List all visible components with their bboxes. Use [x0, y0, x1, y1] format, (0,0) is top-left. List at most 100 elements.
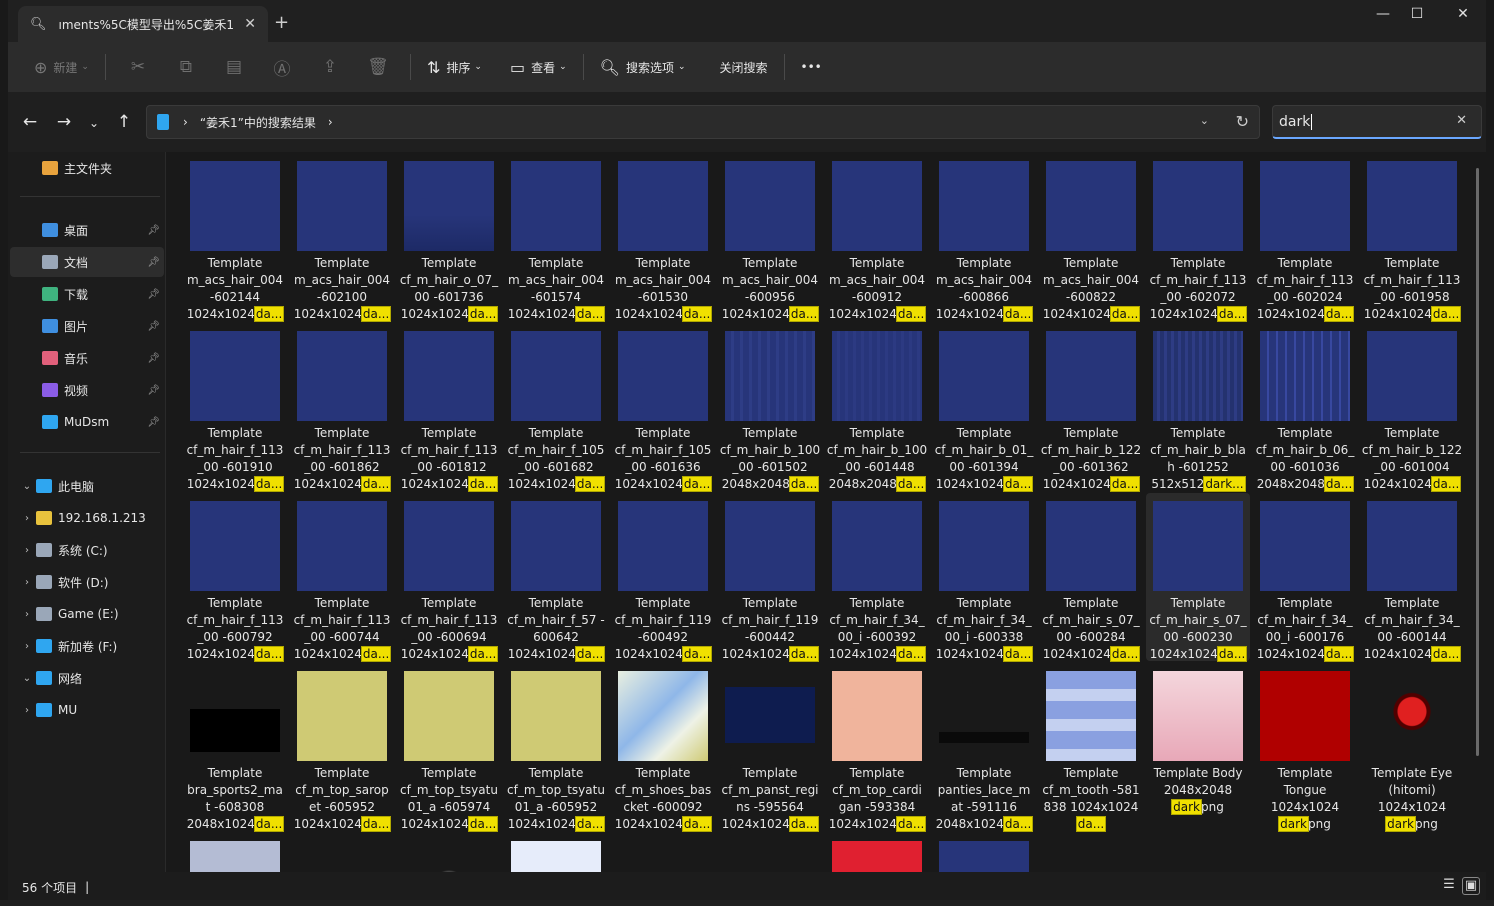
sidebar-item[interactable]: › Game (E:) — [10, 599, 164, 629]
expand-chevron-icon[interactable]: › — [18, 641, 36, 652]
search-input[interactable]: dark ✕ — [1272, 105, 1482, 139]
file-item[interactable]: Template bra_sports2_ma t -608308 2048x1024… — [183, 663, 287, 832]
file-item[interactable]: Template Eye (hitomi) 1024x1024 darkpng — [1360, 663, 1464, 832]
close-window-button[interactable]: ✕ — [1448, 6, 1478, 22]
file-thumbnail[interactable] — [939, 841, 1029, 872]
sidebar-item[interactable]: 图片 📌︎ — [10, 311, 164, 341]
file-item[interactable]: Template cf_m_hair_f_113 _00 -600694 1024x1… — [397, 493, 501, 662]
sidebar-item[interactable]: 视频 📌︎ — [10, 375, 164, 405]
file-item[interactable]: Template cf_m_hair_b_01_ 00 -601394 1024x10… — [932, 323, 1036, 492]
file-item[interactable]: Template panties_lace_m at -591116 2048x102… — [932, 663, 1036, 832]
file-item[interactable]: Template m_acs_hair_004 -600912 1024x1024da… — [825, 153, 929, 322]
file-thumbnail[interactable] — [297, 841, 387, 872]
file-item[interactable]: Template cf_m_hair_f_113 _00 -600792 1024x1… — [183, 493, 287, 662]
file-item[interactable]: Template cf_m_hair_b_122 _00 -601004 1024x1… — [1360, 323, 1464, 492]
sidebar-item[interactable]: 主文件夹 — [10, 153, 164, 183]
address-bar[interactable]: › “姜禾1”中的搜索结果 › ⌄ ↻ — [146, 105, 1260, 139]
file-item[interactable]: Template cf_m_hair_f_34_ 00 -600144 1024x10… — [1360, 493, 1464, 662]
file-item[interactable]: Template cf_m_hair_s_07_ 00 -600284 1024x10… — [1039, 493, 1143, 662]
cut-button[interactable]: ✂ — [114, 51, 162, 83]
file-item[interactable]: Template cf_m_hair_b_bla h -601252 512x512d… — [1146, 323, 1250, 492]
file-item[interactable]: Template cf_m_hair_f_113 _00 -600744 1024x1… — [290, 493, 394, 662]
file-item[interactable]: Template cf_m_hair_b_06_ 00 -601036 2048x20… — [1253, 323, 1357, 492]
file-thumbnail[interactable] — [511, 841, 601, 872]
file-item[interactable]: Template cf_m_hair_b_122 _00 -601362 1024x1… — [1039, 323, 1143, 492]
rename-button[interactable]: Ⓐ — [258, 51, 306, 83]
search-options-button[interactable]: 🔍︎ 搜索选项 ⌄ — [592, 51, 694, 83]
file-item[interactable]: Template cf_m_hair_f_34_ 00_i -600176 1024x… — [1253, 493, 1357, 662]
file-item[interactable]: Template m_acs_hair_004 -600822 1024x1024da… — [1039, 153, 1143, 322]
breadcrumb[interactable]: “姜禾1”中的搜索结果 — [200, 114, 316, 131]
up-button[interactable]: ↑ — [112, 112, 136, 132]
file-item[interactable]: Template cf_m_hair_f_113 _00 -601958 1024x1… — [1360, 153, 1464, 322]
tab-active[interactable]: 🔍︎ ıments%5C模型导出%5C姜禾1 ✕ — [18, 6, 268, 42]
file-item[interactable]: Template cf_m_hair_f_113 _00 -602024 1024x1… — [1253, 153, 1357, 322]
file-item[interactable]: Template cf_m_hair_f_57 - 600642 1024x1024d… — [504, 493, 608, 662]
file-item[interactable]: Template cf_m_hair_b_100 _00 -601448 2048x2… — [825, 323, 929, 492]
expand-chevron-icon[interactable]: ⌄ — [18, 481, 36, 492]
minimize-button[interactable]: — — [1368, 6, 1398, 22]
file-thumbnail[interactable] — [190, 841, 280, 872]
scrollbar[interactable] — [1476, 168, 1479, 756]
recent-button[interactable]: ⌄ — [82, 116, 106, 130]
file-item[interactable]: Template cf_m_hair_f_105 _00 -601636 1024x1… — [611, 323, 715, 492]
close-tab-icon[interactable]: ✕ — [244, 16, 256, 32]
sidebar-item[interactable]: 文档 📌︎ — [10, 247, 164, 277]
file-item[interactable]: Template cf_m_top_tsyatu 01_a -605974 1024x… — [397, 663, 501, 832]
file-item[interactable]: Template cf_m_hair_f_119 -600442 1024x1024d… — [718, 493, 822, 662]
thumbnail-view-icon[interactable]: ▣ — [1462, 877, 1480, 895]
sort-button[interactable]: ⇅ 排序 ⌄ — [419, 51, 490, 83]
expand-chevron-icon[interactable]: › — [18, 577, 36, 588]
new-tab-button[interactable]: + — [274, 12, 289, 33]
copy-button[interactable]: ⧉ — [162, 51, 210, 83]
file-item[interactable]: Template m_acs_hair_004 -602144 1024x1024da… — [183, 153, 287, 322]
forward-button[interactable]: → — [52, 112, 76, 132]
file-item[interactable]: Template cf_m_top_tsyatu 01_a -605952 1024x… — [504, 663, 608, 832]
clear-search-icon[interactable]: ✕ — [1456, 113, 1467, 128]
sidebar-item[interactable]: › 系统 (C:) — [10, 535, 164, 565]
expand-chevron-icon[interactable]: › — [18, 705, 36, 716]
chevron-down-icon[interactable]: ⌄ — [1200, 114, 1209, 127]
sidebar-item[interactable]: › 软件 (D:) — [10, 567, 164, 597]
sidebar-item[interactable]: ⌄ 网络 — [10, 663, 164, 693]
file-item[interactable]: Template cf_m_top_cardi gan -593384 1024x10… — [825, 663, 929, 832]
file-item[interactable]: Template m_acs_hair_004 -601530 1024x1024da… — [611, 153, 715, 322]
file-item[interactable]: Template Body 2048x2048 darkpng — [1146, 663, 1250, 831]
file-item[interactable]: Template cf_m_hair_o_07_ 00 -601736 1024x10… — [397, 153, 501, 322]
file-item[interactable]: Template m_acs_hair_004 -602100 1024x1024da… — [290, 153, 394, 322]
maximize-button[interactable]: ☐ — [1402, 6, 1432, 22]
file-item[interactable]: Template cf_m_panst_regi ns -595564 1024x10… — [718, 663, 822, 832]
sidebar-item[interactable]: › 192.168.1.213 — [10, 503, 164, 533]
sidebar-item[interactable]: › MU — [10, 695, 164, 725]
file-item[interactable]: Template cf_m_hair_f_113 _00 -601862 1024x1… — [290, 323, 394, 492]
close-search-button[interactable]: 关闭搜索 — [712, 51, 776, 83]
file-item[interactable]: Template cf_m_shoes_bas cket -600092 1024x1… — [611, 663, 715, 832]
file-item[interactable]: Template cf_m_hair_f_105 _00 -601682 1024x1… — [504, 323, 608, 492]
sidebar-item[interactable]: › 新加卷 (F:) — [10, 631, 164, 661]
expand-chevron-icon[interactable]: › — [18, 513, 36, 524]
file-item[interactable]: Template cf_m_top_sarop et -605952 1024x102… — [290, 663, 394, 832]
details-view-icon[interactable]: ☰ — [1440, 877, 1458, 895]
file-item[interactable]: Template cf_m_tooth -581 838 1024x1024 da..… — [1039, 663, 1143, 832]
expand-chevron-icon[interactable]: › — [18, 545, 36, 556]
file-item[interactable]: Template cf_m_hair_f_34_ 00_i -600392 1024x… — [825, 493, 929, 662]
file-item[interactable]: Template cf_m_hair_f_113 _00 -601910 1024x1… — [183, 323, 287, 492]
file-item[interactable]: Template cf_m_hair_f_113 _00 -601812 1024x1… — [397, 323, 501, 492]
new-button[interactable]: ⊕ 新建 ⌄ — [26, 51, 97, 83]
file-item[interactable]: Template Tongue 1024x1024 darkpng — [1253, 663, 1357, 832]
file-item[interactable]: Template cf_m_hair_f_119 -600492 1024x1024d… — [611, 493, 715, 662]
refresh-icon[interactable]: ↻ — [1236, 112, 1249, 131]
expand-chevron-icon[interactable]: ⌄ — [18, 673, 36, 684]
back-button[interactable]: ← — [18, 112, 42, 132]
expand-chevron-icon[interactable]: › — [18, 609, 36, 620]
file-item[interactable]: Template m_acs_hair_004 -600866 1024x1024da… — [932, 153, 1036, 322]
delete-button[interactable]: 🗑︎ — [354, 51, 402, 83]
file-item[interactable]: Template cf_m_hair_b_100 _00 -601502 2048x2… — [718, 323, 822, 492]
sidebar-item[interactable]: 音乐 📌︎ — [10, 343, 164, 373]
view-button[interactable]: ▭ 查看 ⌄ — [502, 51, 575, 83]
more-button[interactable]: ••• — [793, 51, 830, 83]
share-button[interactable]: ⇪ — [306, 51, 354, 83]
sidebar-item[interactable]: 桌面 📌︎ — [10, 215, 164, 245]
file-thumbnail[interactable] — [832, 841, 922, 872]
file-item[interactable]: Template cf_m_hair_f_113 _00 -602072 1024x1… — [1146, 153, 1250, 322]
